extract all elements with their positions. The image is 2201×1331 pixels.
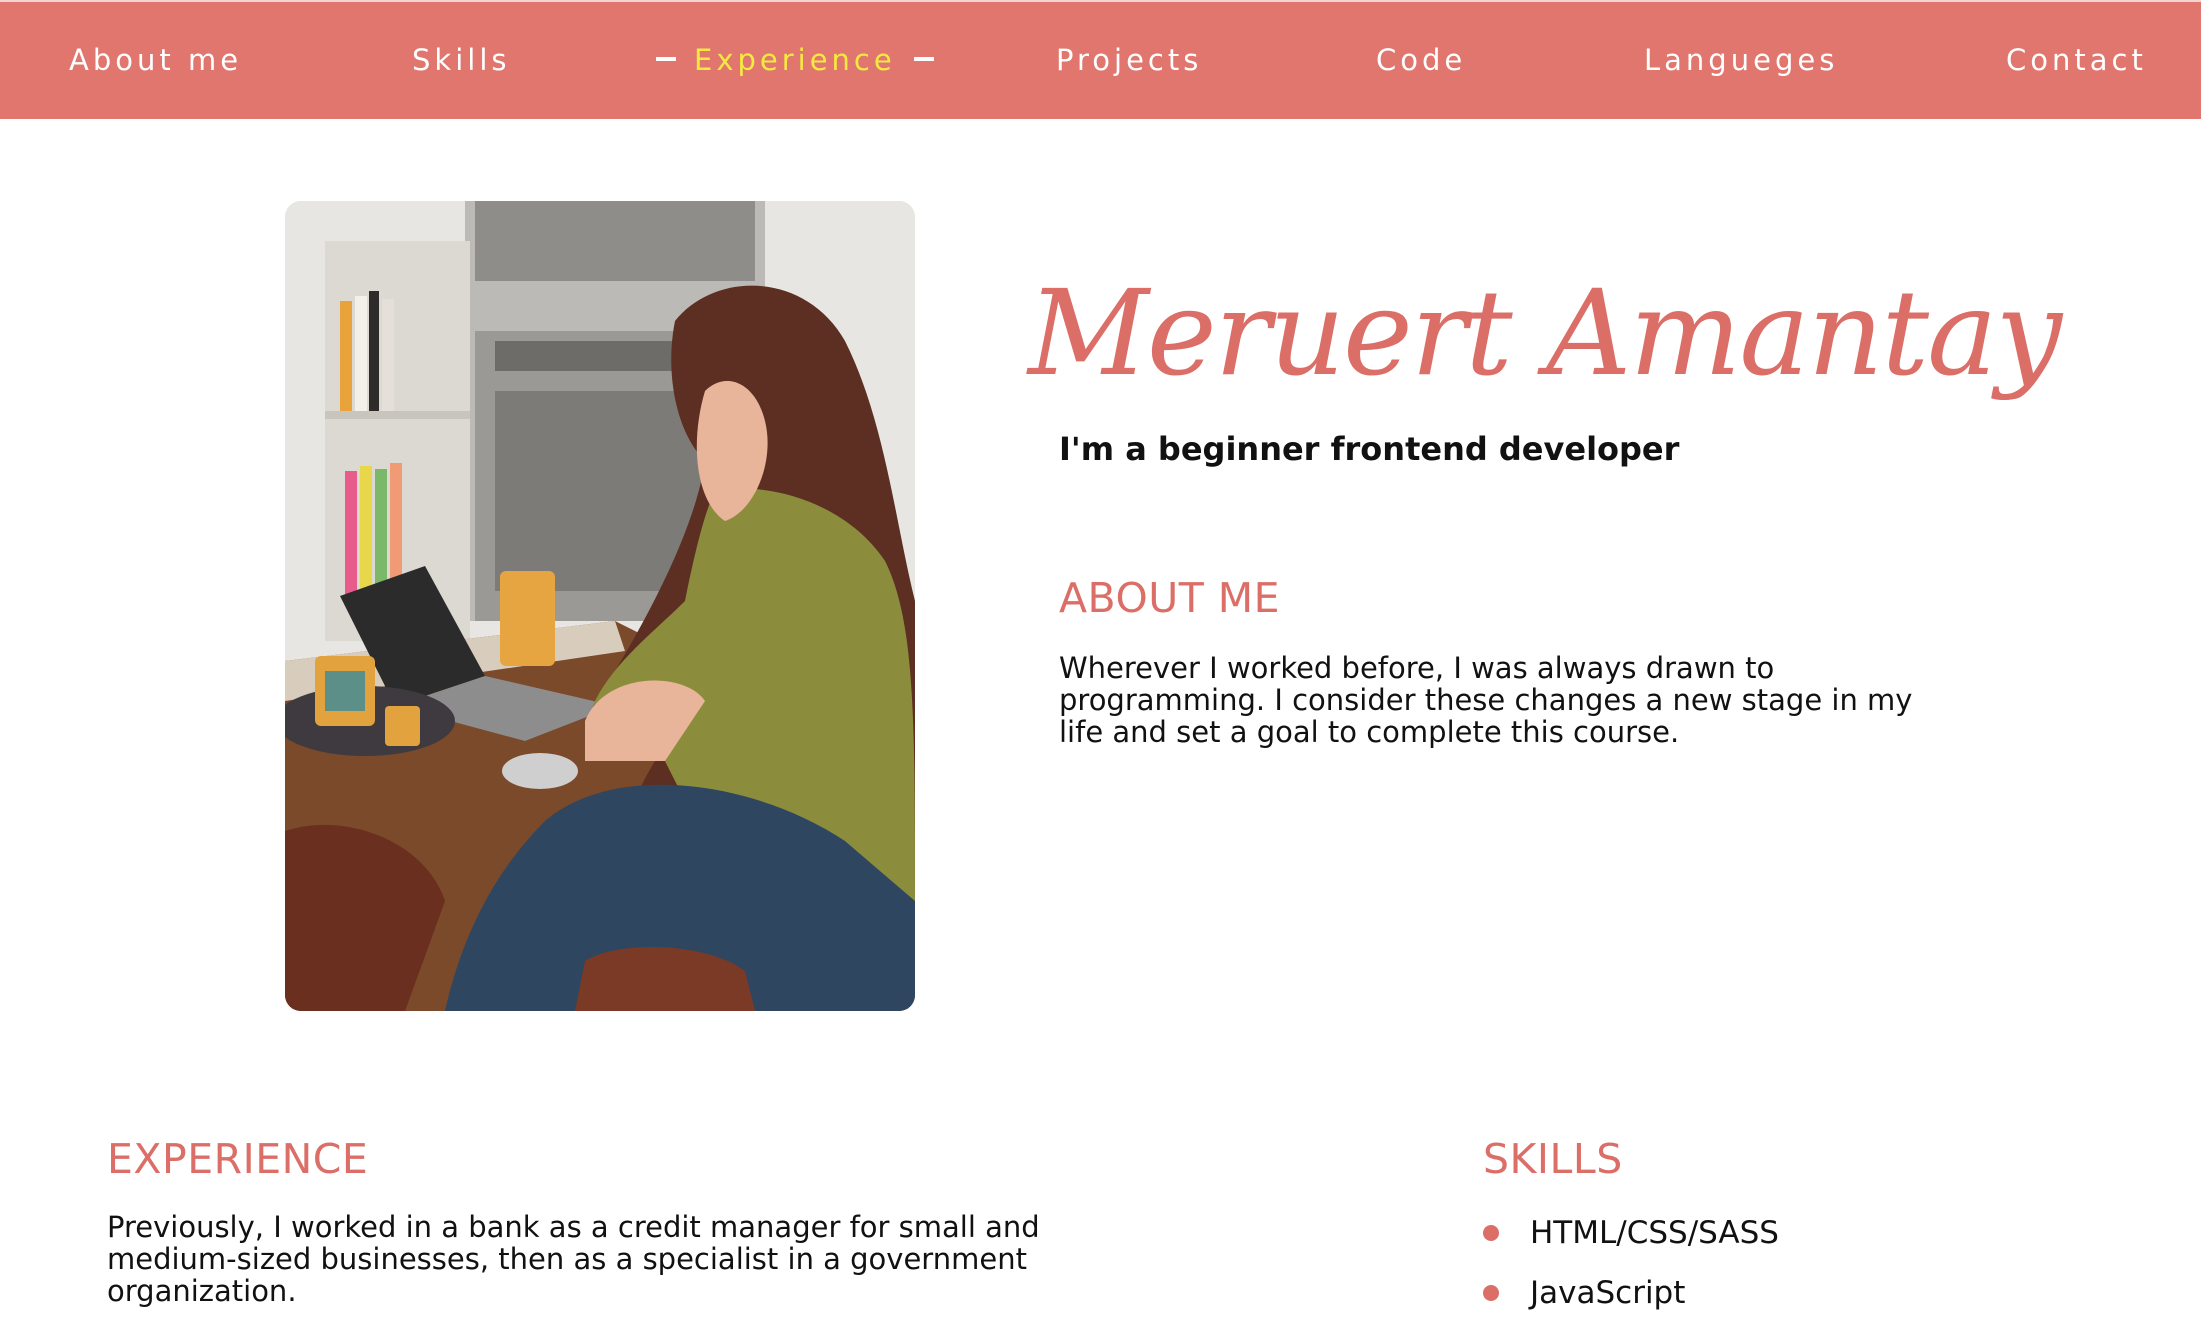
skills-list: HTML/CSS/SASS JavaScript [1483, 1203, 1779, 1323]
profile-illustration [285, 201, 915, 1011]
hero-name: Meruert Amantay [1028, 264, 2062, 402]
nav-experience[interactable]: Experience [656, 2, 952, 119]
nav-contact[interactable]: Contact [2006, 2, 2147, 119]
skill-item: JavaScript [1483, 1263, 1779, 1323]
hero-tagline: I'm a beginner frontend developer [1059, 430, 1680, 468]
about-text: Wherever I worked before, I was always d… [1059, 651, 1913, 749]
nav-code[interactable]: Code [1376, 2, 1466, 119]
active-dash-right [913, 57, 934, 61]
skill-item: HTML/CSS/SASS [1483, 1203, 1779, 1263]
experience-text: Previously, I worked in a bank as a cred… [107, 1210, 1040, 1308]
skill-label: HTML/CSS/SASS [1530, 1215, 1779, 1251]
bullet-dot [1483, 1285, 1499, 1301]
nav-projects[interactable]: Projects [1056, 2, 1202, 119]
experience-heading: EXPERIENCE [107, 1135, 369, 1183]
about-heading: ABOUT ME [1059, 574, 1281, 622]
nav-about-me[interactable]: About me [69, 2, 242, 119]
top-navigation: About me Skills Experience Projects Code… [0, 0, 2201, 119]
nav-skills[interactable]: Skills [412, 2, 510, 119]
skills-heading: SKILLS [1483, 1135, 1623, 1183]
active-dash-left [656, 57, 676, 61]
nav-langueges[interactable]: Langueges [1644, 2, 1838, 119]
bullet-dot [1483, 1225, 1499, 1241]
nav-experience-label: Experience [694, 43, 896, 77]
skill-label: JavaScript [1530, 1275, 1686, 1311]
